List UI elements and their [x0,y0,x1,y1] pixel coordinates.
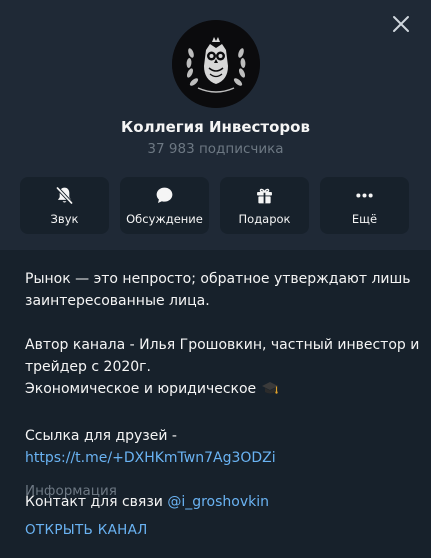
open-channel-button[interactable]: ОТКРЫТЬ КАНАЛ [25,522,148,538]
more-button-label: Ещё [351,212,378,226]
author-line: Автор канала - Илья Грошовкин, частный и… [25,337,420,353]
description-line: заинтересованные лица. [25,293,210,309]
description-line: Рынок — это непросто; обратное утверждаю… [25,271,411,287]
chat-bubble-icon [156,187,173,204]
contact-username-link[interactable]: @i_groshovkin [167,494,269,510]
more-dots-icon [356,193,373,198]
gift-button-label: Подарок [238,212,291,226]
gift-button[interactable]: Подарок [220,177,309,234]
friends-link-line: Ссылка для друзей - https://t.me/+DXHKmT… [25,425,420,469]
invite-link[interactable]: https://t.me/+DXHKmTwn7Ag3ODZi [25,450,276,466]
channel-avatar [172,20,260,108]
action-bar: Звук Обсуждение Подарок Ещё [20,177,410,234]
friends-link-prefix: Ссылка для друзей - [25,428,177,444]
graduation-cap-icon [261,380,279,403]
field-text: Экономическое и юридическое [25,381,257,397]
mute-button[interactable]: Звук [20,177,109,234]
mute-button-label: Звук [50,212,79,226]
subscriber-count: 37 983 подписчика [147,141,284,157]
channel-title: Коллегия Инвесторов [121,118,310,136]
info-label: Информация [25,483,117,499]
close-icon[interactable] [389,12,413,36]
discussion-button[interactable]: Обсуждение [120,177,209,234]
discussion-button-label: Обсуждение [126,212,203,226]
owl-laurel-logo [172,20,260,108]
gift-icon [257,188,272,204]
field-line: Экономическое и юридическое [25,378,420,403]
more-button[interactable]: Ещё [320,177,409,234]
author-line: трейдер с 2020г. [25,359,151,375]
bell-off-icon [55,186,74,205]
channel-description: Рынок — это непросто; обратное утверждаю… [25,268,420,513]
channel-header: Коллегия Инвесторов 37 983 подписчика Зв… [0,0,431,250]
